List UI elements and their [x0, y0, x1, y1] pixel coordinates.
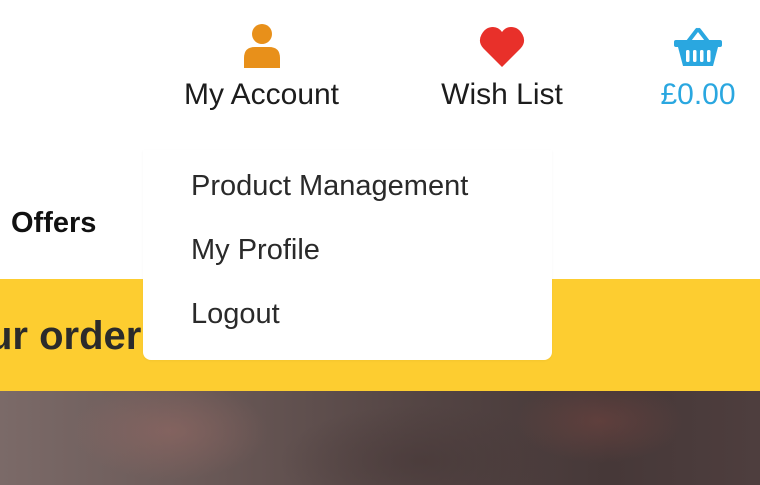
- my-account-link[interactable]: My Account: [175, 20, 348, 115]
- heart-icon: [479, 20, 525, 68]
- basket-icon: [673, 20, 723, 68]
- wish-list-label: Wish List: [441, 78, 563, 111]
- account-dropdown-menu: Product Management My Profile Logout: [143, 150, 552, 360]
- page: My Account Wish List £0.00 Offers ur ord…: [0, 0, 760, 485]
- wish-list-link[interactable]: Wish List: [435, 20, 569, 115]
- banner-text: ur order: [0, 314, 142, 358]
- user-icon: [242, 20, 282, 68]
- menu-item-product-management[interactable]: Product Management: [191, 166, 468, 206]
- menu-item-my-profile[interactable]: My Profile: [191, 230, 320, 270]
- basket-total: £0.00: [660, 78, 736, 111]
- nav-offers[interactable]: Offers: [11, 203, 96, 243]
- basket-link[interactable]: £0.00: [650, 20, 746, 115]
- my-account-label: My Account: [183, 78, 340, 111]
- menu-item-logout[interactable]: Logout: [191, 294, 280, 334]
- hero-image: [0, 391, 760, 485]
